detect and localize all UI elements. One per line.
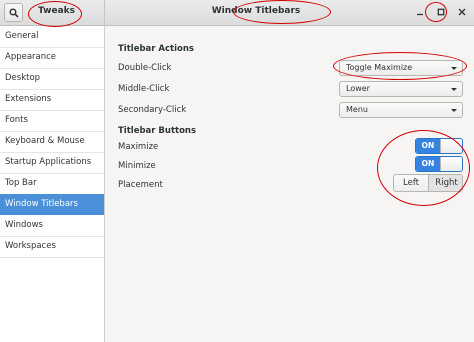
header-divider	[104, 0, 105, 26]
minimize-switch[interactable]: ON	[415, 156, 463, 172]
middle-click-dropdown[interactable]: Lower	[339, 81, 463, 97]
maximize-switch-state: ON	[416, 139, 440, 153]
maximize-switch[interactable]: ON	[415, 138, 463, 154]
chevron-down-icon	[451, 67, 457, 70]
sidebar-item-windows[interactable]: Windows	[0, 215, 104, 236]
switch-knob	[440, 157, 462, 171]
placement-segmented-control: Left Right	[393, 174, 463, 192]
sidebar-item-general[interactable]: General	[0, 26, 104, 47]
sidebar-item-startup-applications[interactable]: Startup Applications	[0, 152, 104, 173]
chevron-down-icon	[451, 109, 457, 112]
app-title: Tweaks	[38, 6, 75, 16]
tweaks-window: Tweaks Window Titlebars General Appearan…	[0, 0, 474, 342]
titlebar-buttons-heading: Titlebar Buttons	[118, 126, 197, 136]
secondary-click-label: Secondary-Click	[118, 105, 187, 115]
sidebar-item-appearance[interactable]: Appearance	[0, 47, 104, 68]
sidebar-item-window-titlebars[interactable]: Window Titlebars	[0, 194, 104, 215]
switch-knob	[440, 139, 462, 153]
double-click-dropdown[interactable]: Toggle Maximize	[339, 60, 463, 76]
close-icon[interactable]	[456, 6, 468, 18]
placement-left-button[interactable]: Left	[394, 175, 429, 191]
sidebar-divider	[0, 257, 104, 258]
secondary-click-dropdown[interactable]: Menu	[339, 102, 463, 118]
middle-click-label: Middle-Click	[118, 84, 170, 94]
chevron-down-icon	[451, 88, 457, 91]
sidebar-item-workspaces[interactable]: Workspaces	[0, 236, 104, 257]
sidebar-item-keyboard-mouse[interactable]: Keyboard & Mouse	[0, 131, 104, 152]
main-panel: Titlebar Actions Double-Click Toggle Max…	[105, 26, 474, 342]
double-click-value: Toggle Maximize	[346, 63, 413, 72]
search-icon	[9, 8, 19, 18]
maximize-label: Maximize	[118, 142, 159, 152]
placement-right-button[interactable]: Right	[429, 175, 462, 191]
placement-label: Placement	[118, 180, 163, 190]
header-bar: Tweaks Window Titlebars	[0, 0, 474, 26]
titlebar-actions-heading: Titlebar Actions	[118, 44, 194, 54]
middle-click-value: Lower	[346, 84, 370, 93]
sidebar-item-extensions[interactable]: Extensions	[0, 89, 104, 110]
maximize-icon[interactable]	[435, 6, 447, 18]
sidebar-item-top-bar[interactable]: Top Bar	[0, 173, 104, 194]
double-click-label: Double-Click	[118, 63, 172, 73]
minimize-icon[interactable]	[414, 6, 426, 18]
secondary-click-value: Menu	[346, 105, 368, 114]
page-title: Window Titlebars	[211, 6, 301, 16]
sidebar-item-desktop[interactable]: Desktop	[0, 68, 104, 89]
sidebar-item-fonts[interactable]: Fonts	[0, 110, 104, 131]
search-button[interactable]	[4, 3, 23, 22]
minimize-switch-state: ON	[416, 157, 440, 171]
sidebar: General Appearance Desktop Extensions Fo…	[0, 26, 105, 342]
minimize-label: Minimize	[118, 161, 156, 171]
